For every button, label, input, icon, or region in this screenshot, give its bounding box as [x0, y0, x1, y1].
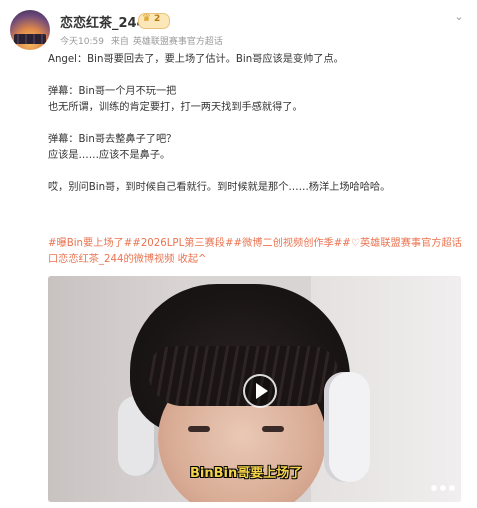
body-line: 哎，别问Bin哥，到时候自己看就行。到时候就是那个……杨洋上场哈哈哈。 [48, 182, 391, 193]
video-more-icon[interactable] [431, 482, 455, 496]
video-source-link[interactable]: 口恋恋红茶_244的微博视频 收起^ [48, 252, 468, 268]
video-player[interactable]: BinBin哥要上场了 [48, 276, 461, 502]
member-badge[interactable]: ♛ 2 [138, 13, 170, 29]
body-line: Angel：Bin哥要回去了，要上场了估计。Bin哥应该是变帅了点。 [48, 54, 344, 65]
source-prefix: 来自 [110, 37, 129, 47]
hashtag-block: #曝Bin要上场了##2026LPL第三赛段##微博二创视频创作季##♡英雄联盟… [48, 236, 468, 268]
hashtag-links[interactable]: #曝Bin要上场了##2026LPL第三赛段##微博二创视频创作季##♡英雄联盟… [48, 236, 468, 252]
post-header: 恋恋红茶_244 ♛ 2 今天10:59 来自 英雄联盟赛事官方超话 ⌄ [10, 10, 470, 50]
body-line: 弹幕：Bin哥去整鼻子了吧？ [48, 134, 177, 145]
body-line: 应该是……应该不是鼻子。 [48, 150, 171, 161]
crown-icon: ♛ [142, 13, 151, 24]
body-line: 弹幕：Bin哥一个月不玩一把 [48, 86, 177, 97]
person-eye [188, 426, 210, 432]
body-line [48, 116, 468, 132]
video-subtitle: BinBin哥要上场了 [190, 466, 303, 481]
play-icon[interactable] [243, 374, 277, 408]
post-meta: 今天10:59 来自 英雄联盟赛事官方超话 [60, 34, 227, 47]
post-body: Angel：Bin哥要回去了，要上场了估计。Bin哥应该是变帅了点。 弹幕：Bi… [48, 52, 468, 196]
body-line: 也无所谓，训练的肯定要打，打一两天找到手感就得了。 [48, 102, 303, 113]
post-time[interactable]: 今天10:59 [60, 37, 104, 47]
avatar[interactable] [10, 10, 50, 50]
person-fringe [148, 346, 338, 406]
post-source[interactable]: 英雄联盟赛事官方超话 [133, 37, 223, 47]
headphone-right [324, 372, 370, 482]
chevron-down-icon[interactable]: ⌄ [452, 10, 466, 24]
badge-level: 2 [154, 14, 161, 24]
body-line [48, 164, 468, 180]
username[interactable]: 恋恋红茶_244 [60, 12, 146, 31]
body-line [48, 68, 468, 84]
person-eye [262, 426, 284, 432]
